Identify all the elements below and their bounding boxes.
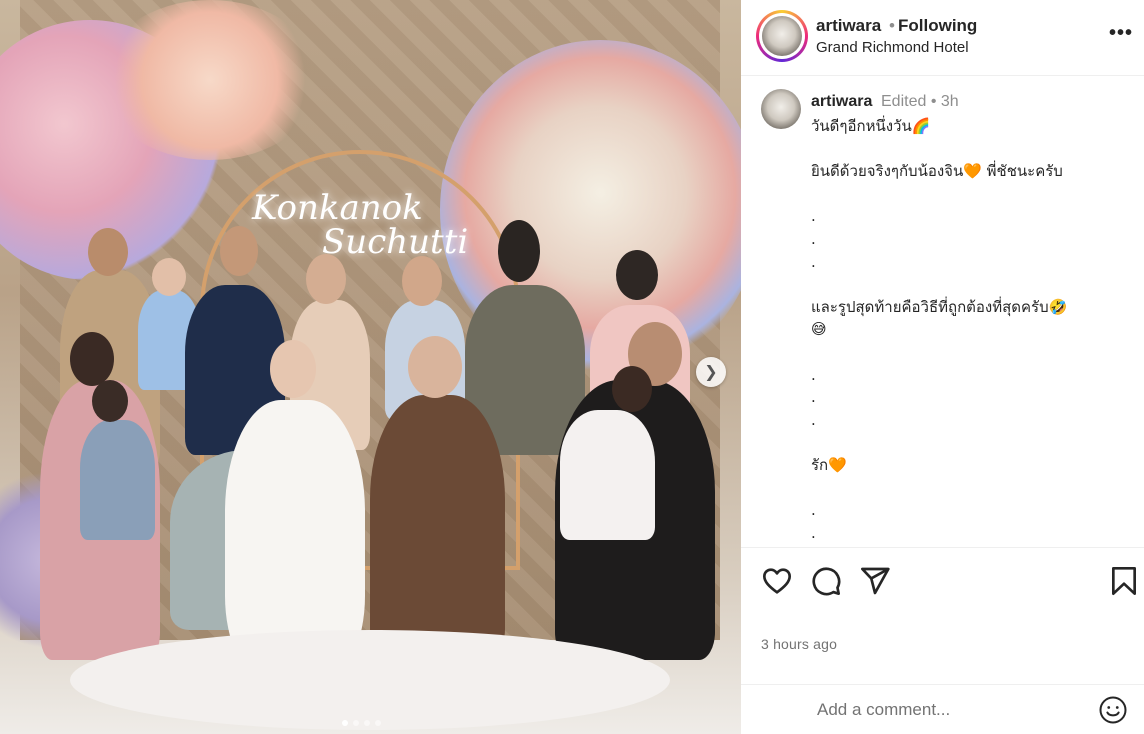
photo-neon-sign: Konkanok Suchutti xyxy=(252,188,482,278)
person xyxy=(80,420,155,540)
person-head xyxy=(616,250,658,300)
caption-line: 😅 xyxy=(811,320,827,339)
share-icon[interactable] xyxy=(859,565,891,597)
caption-line xyxy=(811,477,1131,500)
story-avatar[interactable] xyxy=(756,10,808,62)
comment-icon[interactable] xyxy=(810,565,842,597)
carousel-dot xyxy=(364,720,370,726)
avatar xyxy=(762,16,802,56)
person-head xyxy=(152,258,186,296)
person-head xyxy=(88,228,128,276)
caption-line xyxy=(811,138,1131,161)
caption-text: วันดีๆอีกหนึ่งวัน🌈 ยินดีด้วยจริงๆกับน้องจ… xyxy=(811,115,1131,544)
neon-line-2: Suchutti xyxy=(322,222,469,262)
following-button[interactable]: Following xyxy=(898,16,977,36)
post-photo[interactable]: Konkanok Suchutti ❯ xyxy=(0,0,741,734)
photo-floor xyxy=(70,630,670,730)
caption-line xyxy=(811,183,1131,206)
caption-line: . xyxy=(811,252,816,271)
person-head xyxy=(92,380,128,422)
person xyxy=(370,395,505,655)
person-head xyxy=(402,256,442,306)
caption-line: รัก🧡 xyxy=(811,455,847,474)
location-link[interactable]: Grand Richmond Hotel xyxy=(816,39,969,56)
heart-icon[interactable] xyxy=(761,565,793,597)
person-head xyxy=(408,336,462,398)
caption-line: . xyxy=(811,207,816,226)
person xyxy=(560,410,655,540)
carousel-next-button[interactable]: ❯ xyxy=(696,357,726,387)
carousel-dot xyxy=(342,720,348,726)
person-head xyxy=(270,340,316,398)
caption-line: . xyxy=(811,365,816,384)
post-header: artiwara • Following Grand Richmond Hote… xyxy=(741,0,1144,76)
more-options-icon[interactable]: ••• xyxy=(1109,22,1133,45)
person-head xyxy=(498,220,540,282)
emoji-icon[interactable] xyxy=(1098,695,1128,725)
caption-line: และรูปสุดท้ายคือวิธีที่ถูกต้องที่สุดครับ… xyxy=(811,297,1068,316)
photo-flowers-top xyxy=(100,0,320,160)
header-username[interactable]: artiwara xyxy=(816,16,881,36)
carousel-dot xyxy=(375,720,381,726)
bookmark-icon[interactable] xyxy=(1108,565,1140,597)
caption-meta: Edited • 3h xyxy=(881,93,959,110)
comment-bar xyxy=(741,684,1144,734)
caption-username[interactable]: artiwara xyxy=(811,93,872,111)
caption-line: วันดีๆอีกหนึ่งวัน🌈 xyxy=(811,117,931,135)
person-head xyxy=(220,226,258,276)
post-timestamp[interactable]: 3 hours ago xyxy=(761,636,837,652)
post-side-panel: artiwara • Following Grand Richmond Hote… xyxy=(741,0,1144,734)
caption-line: . xyxy=(811,388,816,407)
caption-line: . xyxy=(811,501,816,520)
caption-line xyxy=(811,341,1131,364)
person-head xyxy=(612,366,652,412)
caption-line: . xyxy=(811,229,816,248)
action-bar xyxy=(741,547,1144,617)
carousel-indicator xyxy=(342,720,381,726)
caption-line xyxy=(811,431,1131,454)
caption-avatar[interactable] xyxy=(761,89,801,129)
header-separator: • xyxy=(889,16,895,35)
caption-line: . xyxy=(811,410,816,429)
chevron-right-icon: ❯ xyxy=(704,364,718,381)
person-head xyxy=(70,332,114,386)
caption-line: . xyxy=(811,523,816,542)
caption-line xyxy=(811,273,1131,296)
comment-input[interactable] xyxy=(817,697,1087,723)
caption-area: artiwara Edited • 3h วันดีๆอีกหนึ่งวัน🌈 ย… xyxy=(741,77,1144,547)
person-head xyxy=(306,254,346,304)
caption-line: ยินดีด้วยจริงๆกับน้องจิน🧡 พี่ชัชนะครับ xyxy=(811,162,1063,181)
carousel-dot xyxy=(353,720,359,726)
